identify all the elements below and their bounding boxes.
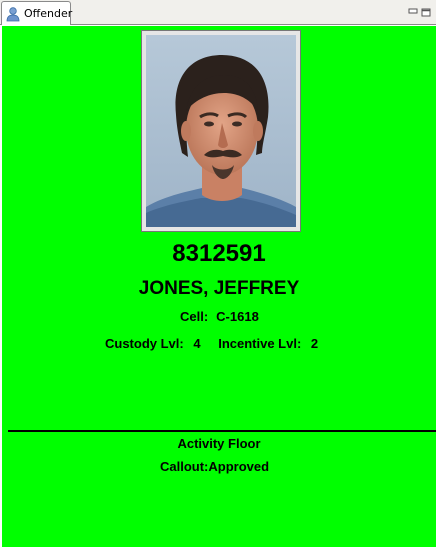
tab-offender[interactable]: Offender: [1, 1, 73, 25]
incentive-level-value: 2: [310, 336, 319, 351]
person-icon: [5, 6, 21, 22]
callout-label: Callout:: [160, 459, 209, 474]
offender-id: 8312591: [172, 240, 266, 267]
cell-row: Cell: C-1618: [180, 309, 263, 324]
offender-panel: 8312591 JONES, JEFFREY Cell: C-1618 Custo…: [2, 26, 436, 547]
custody-level-value: 4: [193, 336, 201, 351]
offender-photo: [146, 35, 296, 227]
offender-name: JONES, JEFFREY: [138, 278, 300, 299]
callout-row: Callout:Approved: [160, 459, 269, 474]
cell-label: Cell:: [180, 309, 209, 324]
custody-level-label: Custody Lvl:: [105, 336, 184, 351]
tab-label: Offender: [24, 7, 73, 20]
cell-value: C-1618: [216, 309, 259, 324]
activity-status: Activity Floor: [177, 436, 261, 451]
minimize-icon[interactable]: [408, 4, 419, 14]
divider: [8, 430, 436, 432]
offender-photo-frame: [141, 30, 301, 232]
callout-value: Approved: [208, 459, 270, 474]
tab-bar: Offender: [0, 0, 436, 25]
incentive-level-label: Incentive Lvl:: [218, 336, 302, 351]
maximize-icon[interactable]: [421, 4, 432, 17]
levels-row: Custody Lvl: 4 Incentive Lvl: 2: [105, 336, 318, 351]
